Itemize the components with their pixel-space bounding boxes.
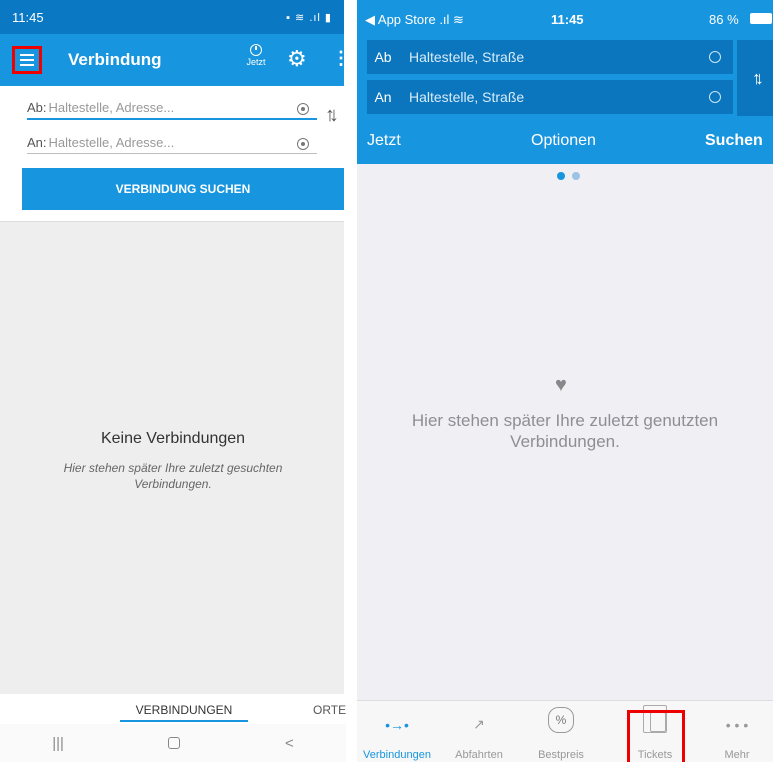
ios-screen: ◀ App Store .ıl ≋ 11:45 86 % Ab Halteste… [357,0,773,762]
suchen-button[interactable]: Suchen [705,132,763,150]
empty-subtitle: Hier stehen später Ihre zuletzt gesuchte… [63,461,283,491]
swap-icon[interactable]: ↑↓ [737,40,773,116]
back-icon[interactable]: < [285,735,294,752]
empty-text: Hier stehen später Ihre zuletzt genutzte… [411,411,719,451]
android-tabs: VERBINDUNGEN ORTE [0,694,346,724]
ios-search-form: Ab Haltestelle, Straße An Haltestelle, S… [357,36,773,118]
android-app-bar: Verbindung Jetzt ⚙ ⋮ [0,34,350,86]
android-nav-bar: ||| < [0,724,346,762]
ab-field[interactable]: Ab Haltestelle, Straße [367,40,733,74]
locate-icon[interactable] [297,103,309,115]
more-icon: • • • [725,717,749,733]
tab-mehr[interactable]: • • • Mehr [697,701,773,762]
page-dots [557,172,580,180]
ab-field[interactable]: Ab: Haltestelle, Adresse... [27,94,317,120]
locate-icon[interactable] [297,138,309,150]
tab-label: Abfahrten [455,749,503,761]
menu-icon[interactable] [12,46,42,74]
jetzt-label: Jetzt [246,57,266,67]
tab-indicator [120,720,248,722]
battery-icon [750,13,772,24]
an-placeholder: Haltestelle, Straße [409,89,525,105]
android-status-bar: 11:45 ▪︎ ≋ .ıl ▮ [0,0,344,34]
battery-percent: 86 % [709,12,739,27]
ab-prefix: Ab [374,49,392,65]
status-time: 11:45 [12,9,44,25]
empty-title: Keine Verbindungen [100,430,246,447]
optionen-button[interactable]: Optionen [531,132,596,150]
search-button[interactable]: VERBINDUNG SUCHEN [22,168,344,210]
empty-state: Keine Verbindungen Hier stehen später Ih… [0,430,346,492]
ab-prefix: Ab: [27,100,47,115]
jetzt-time-button[interactable]: Jetzt [243,42,269,67]
ab-placeholder: Haltestelle, Straße [409,49,525,65]
back-to-app-store[interactable]: ◀ App Store .ıl ≋ [365,12,464,28]
an-placeholder: Haltestelle, Adresse... [48,135,175,150]
ios-tab-bar: •→• Verbindungen ↗ Abfahrten % Bestpreis… [357,700,773,762]
locate-icon[interactable] [709,91,721,103]
heart-icon: ♥ [555,374,567,396]
gear-icon[interactable]: ⚙ [287,46,307,72]
an-field[interactable]: An: Haltestelle, Adresse... [27,128,317,154]
status-time: 11:45 [551,12,584,27]
swap-icon[interactable]: ↑↓ [325,104,339,127]
ios-status-bar: ◀ App Store .ıl ≋ 11:45 86 % [357,0,773,36]
tab-verbindungen[interactable]: •→• Verbindungen [357,701,437,762]
tab-bestpreis[interactable]: % Bestpreis [521,701,601,762]
connections-icon: •→• [385,717,409,733]
tab-label: Bestpreis [538,749,584,761]
bestprice-icon: % [521,701,601,737]
jetzt-button[interactable]: Jetzt [367,132,401,150]
tickets-highlight-box [627,710,685,762]
status-icons: ▪︎ ≋ .ıl ▮ [286,11,332,24]
tab-label: Mehr [724,749,750,761]
recents-icon[interactable]: ||| [52,735,64,752]
an-field[interactable]: An Haltestelle, Straße [367,80,733,114]
departures-icon: ↗ [473,716,485,732]
tab-label: Verbindungen [363,749,431,761]
page-title: Verbindung [68,50,162,69]
locate-icon[interactable] [709,51,721,63]
an-prefix: An [374,89,392,105]
tab-abfahrten[interactable]: ↗ Abfahrten [439,701,519,762]
tab-verbindungen[interactable]: VERBINDUNGEN [120,703,248,717]
android-screen: 11:45 ▪︎ ≋ .ıl ▮ Verbindung Jetzt ⚙ ⋮ Ab… [0,0,350,762]
more-vertical-icon[interactable]: ⋮ [332,48,350,69]
tab-orte[interactable]: ORTE [313,703,346,717]
ab-placeholder: Haltestelle, Adresse... [48,100,175,115]
screen: 11:45 ▪︎ ≋ .ıl ▮ Verbindung Jetzt ⚙ ⋮ Ab… [0,0,773,762]
an-prefix: An: [27,135,47,150]
ios-options-bar: Jetzt Optionen Suchen [357,118,773,164]
clock-icon [250,44,262,56]
home-icon[interactable] [168,737,181,749]
